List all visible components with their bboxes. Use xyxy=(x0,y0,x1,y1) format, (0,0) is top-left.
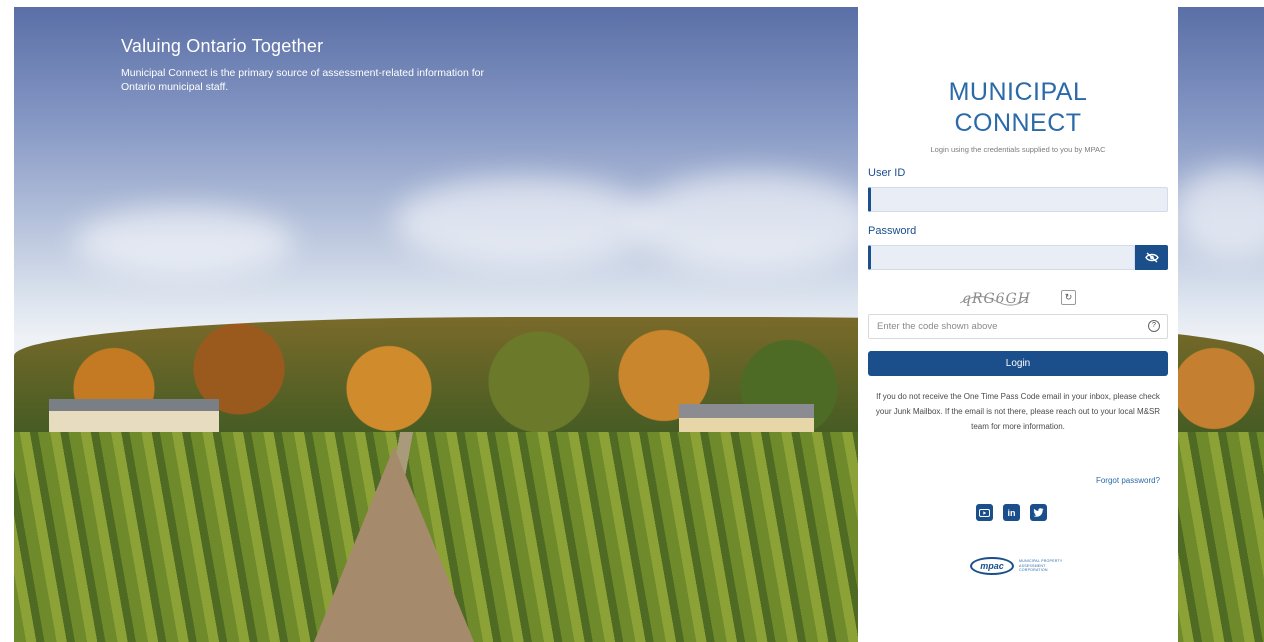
login-button[interactable]: Login xyxy=(868,351,1168,376)
youtube-glyph xyxy=(979,508,990,517)
captcha-text: qRG6GH xyxy=(962,291,1031,307)
cloud xyxy=(634,172,874,272)
eye-slash-icon xyxy=(1144,252,1159,263)
user-id-label: User ID xyxy=(868,167,906,179)
captcha-code-placeholder: Enter the code shown above xyxy=(877,321,998,332)
linkedin-icon[interactable]: in xyxy=(1003,504,1020,521)
app-title-line1: MUNICIPAL xyxy=(948,78,1088,106)
mpac-logo: mpac MUNICIPAL PROPERTY ASSESSMENT CORPO… xyxy=(970,557,1064,575)
tagline-text: Municipal Connect is the primary source … xyxy=(121,67,484,93)
mpac-org-name: MUNICIPAL PROPERTY ASSESSMENT CORPORATIO… xyxy=(1019,559,1063,573)
help-icon[interactable]: ? xyxy=(1148,320,1160,332)
tagline-title: Valuing Ontario Together xyxy=(121,36,324,56)
otp-notice: If you do not receive the One Time Pass … xyxy=(875,392,1161,431)
toggle-password-button[interactable] xyxy=(1135,245,1168,270)
social-links: in xyxy=(976,504,1047,521)
twitter-icon[interactable] xyxy=(1030,504,1047,521)
mpac-logo-mark: mpac xyxy=(970,557,1014,575)
refresh-captcha-button[interactable]: ↻ xyxy=(1061,290,1076,305)
youtube-icon[interactable] xyxy=(976,504,993,521)
cloud xyxy=(74,207,294,277)
dirt-path xyxy=(314,447,474,642)
password-field[interactable] xyxy=(868,245,1135,270)
cloud xyxy=(394,177,654,267)
app-title: MUNICIPAL CONNECT xyxy=(858,77,1178,139)
tagline: Valuing Ontario Together Municipal Conne… xyxy=(121,36,521,94)
captcha-image: qRG6GH xyxy=(958,287,1030,311)
password-label: Password xyxy=(868,225,917,237)
login-subtitle: Login using the credentials supplied to … xyxy=(930,145,1106,154)
linkedin-glyph: in xyxy=(1007,507,1016,518)
refresh-icon: ↻ xyxy=(1064,292,1073,302)
user-id-field[interactable] xyxy=(868,187,1168,212)
forgot-password-link[interactable]: Forgot password? xyxy=(1096,476,1160,485)
captcha-code-field[interactable]: Enter the code shown above ? xyxy=(868,314,1168,339)
app-title-line2: CONNECT xyxy=(954,109,1082,137)
twitter-glyph xyxy=(1033,508,1044,517)
login-panel: MUNICIPAL CONNECT Login using the creden… xyxy=(858,7,1178,642)
